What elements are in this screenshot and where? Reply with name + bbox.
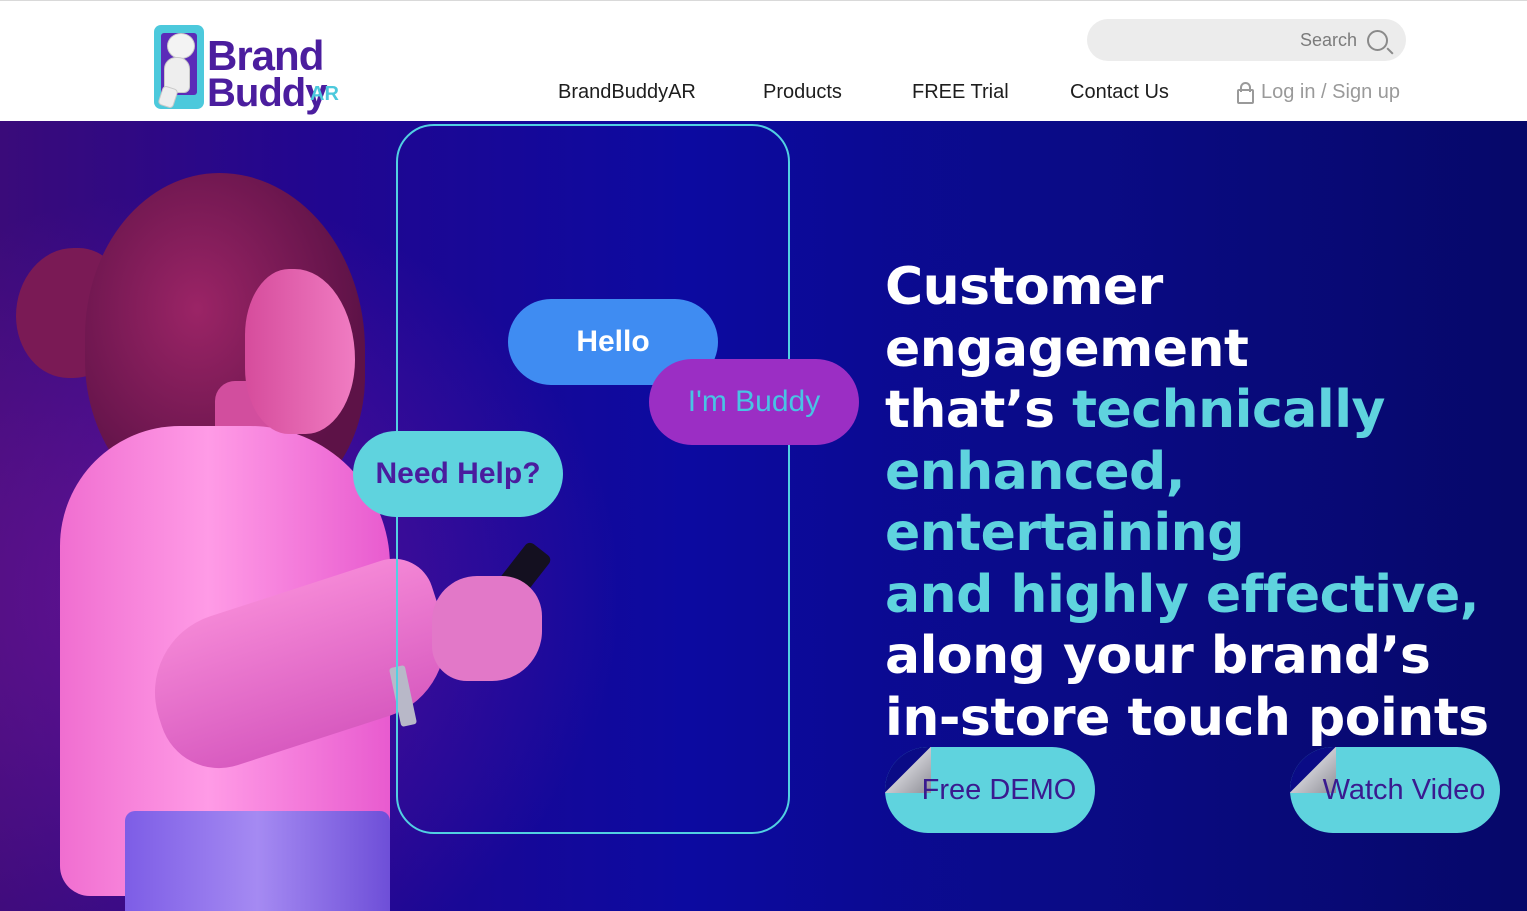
headline-line-1: Customer engagement [885, 257, 1249, 379]
brandbuddyar-logo[interactable]: Brand Buddy AR [152, 23, 342, 115]
search-label: Search [1299, 30, 1357, 50]
chat-bubble-im-buddy: I'm Buddy [649, 359, 859, 445]
nav-contact-us[interactable]: Contact Us [1070, 81, 1169, 104]
headline-line-5: along your brand’s [885, 626, 1431, 686]
headline-line-4: and highly effective, [885, 564, 1480, 625]
nav-brandbuddyar[interactable]: BrandBuddyAR [558, 81, 696, 104]
free-demo-label: Free DEMO [921, 773, 1077, 806]
logo-phone-icon [154, 25, 204, 109]
logo-text-buddy: Buddy [207, 71, 327, 115]
headline-line-6: in-store touch points [885, 687, 1489, 748]
lock-icon [1237, 81, 1254, 104]
login-signup-label: Log in / Sign up [1261, 81, 1400, 103]
hero-section: Hello I'm Buddy Need Help? Customer enga… [0, 121, 1527, 911]
jeans [125, 811, 390, 911]
watch-video-label: Watch Video [1322, 773, 1486, 806]
watch-video-button[interactable]: Watch Video [1290, 747, 1500, 833]
hero-headline: Customer engagement that’s technically e… [885, 257, 1515, 749]
chat-bubble-need-help: Need Help? [353, 431, 563, 517]
nav-products[interactable]: Products [763, 81, 842, 104]
search-box[interactable]: Search [1087, 19, 1406, 61]
headline-line-2-accent: technically [1072, 380, 1385, 440]
headline-line-3: enhanced, entertaining [885, 441, 1244, 564]
headline-line-2-prefix: that’s [885, 380, 1073, 440]
buddy-mascot-icon [167, 33, 195, 59]
nav-free-trial[interactable]: FREE Trial [912, 81, 1009, 104]
headline-line-2: that’s technically [885, 380, 1515, 442]
search-icon[interactable] [1367, 30, 1388, 51]
logo-text-ar: AR [310, 83, 339, 105]
site-header: Brand Buddy AR Search BrandBuddyAR Produ… [0, 0, 1527, 121]
login-signup-link[interactable]: Log in / Sign up [1237, 81, 1400, 104]
free-demo-button[interactable]: Free DEMO [885, 747, 1095, 833]
